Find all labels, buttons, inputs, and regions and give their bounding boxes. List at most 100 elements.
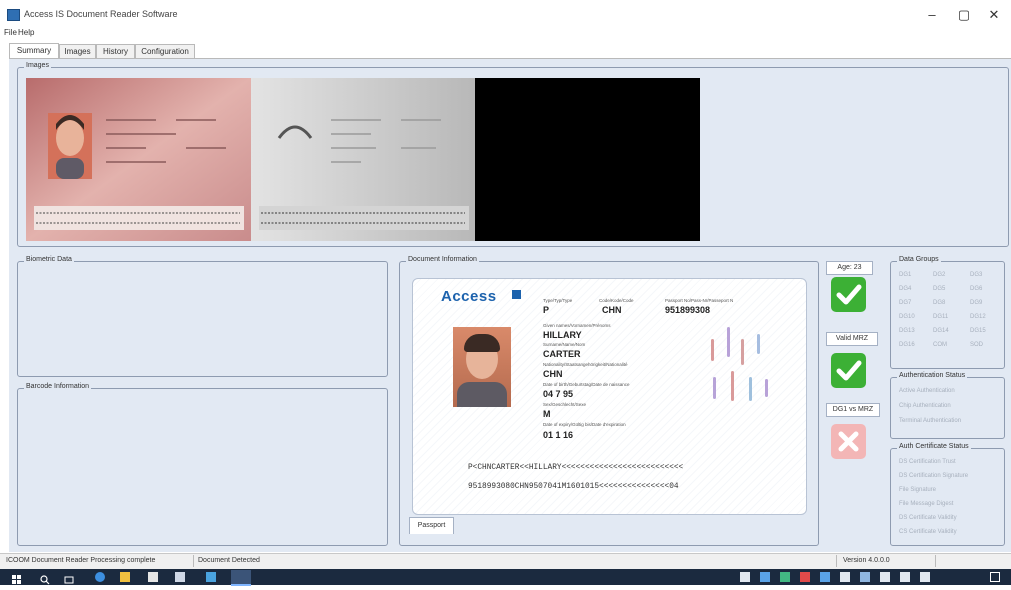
nationality-caption: Nationality/Staatsangehörigkeit/National…	[543, 362, 628, 367]
images-group-title: Images	[24, 62, 51, 69]
dg-item: DG4	[899, 286, 912, 292]
biometric-group-title: Biometric Data	[24, 256, 74, 263]
processing-status: ICOOM Document Reader Processing complet…	[6, 557, 156, 564]
expiry-caption: Date of expiry/Gültig bis/Date d'expirat…	[543, 422, 626, 427]
barcode-group: Barcode Information	[17, 383, 388, 546]
tray-icon[interactable]	[780, 572, 790, 582]
app-taskbar-icon[interactable]	[206, 572, 216, 582]
dg-item: DG15	[970, 328, 986, 334]
code-caption: Code/Kode/Code	[599, 298, 634, 303]
dg-item: COM	[933, 342, 947, 348]
version-label: Version 4.0.0.0	[843, 557, 890, 564]
sex-value: M	[543, 409, 551, 419]
dob-caption: Date of birth/Geburtstag/Date de naissan…	[543, 382, 630, 387]
tray-icon[interactable]	[880, 572, 890, 582]
dg-item: DG9	[970, 300, 983, 306]
dg-item: DG3	[970, 272, 983, 278]
auth-certificate-title: Auth Certificate Status	[897, 443, 971, 450]
passport-no-value: 951899308	[665, 305, 711, 315]
dg1-vs-mrz-indicator: DG1 vs MRZ	[826, 403, 880, 417]
valid-mrz-indicator: Valid MRZ	[826, 332, 878, 346]
edge-browser-icon[interactable]	[95, 572, 105, 582]
auth-cert-item: CS Certificate Validity	[899, 529, 957, 535]
auth-cert-item: File Message Digest	[899, 501, 954, 507]
surname-caption: Surname/Name/Nom	[543, 342, 586, 347]
dg-item: DG12	[970, 314, 986, 320]
dg-item: DG10	[899, 314, 915, 320]
holder-photo	[453, 327, 511, 407]
passport-ir-image[interactable]	[251, 78, 475, 241]
tray-icon[interactable]	[900, 572, 910, 582]
dg-item: DG14	[933, 328, 949, 334]
store-icon[interactable]	[148, 572, 158, 582]
dg-item: DG8	[933, 300, 946, 306]
type-caption: Type/Typ/Type	[543, 298, 573, 303]
access-logo-mark	[512, 290, 521, 299]
tray-icon[interactable]	[740, 572, 750, 582]
title-bar: Access IS Document Reader Software – ▢ ✕	[0, 0, 1011, 28]
sex-caption: Sex/Geschlecht/Sexe	[543, 402, 587, 407]
passport-data-page: Access Type/Typ/Type P Code/Kode/Code CH…	[412, 278, 807, 515]
auth-status-item: Terminal Authentication	[899, 418, 962, 424]
menu-help[interactable]: Help	[18, 28, 34, 37]
dg-item: SOD	[970, 342, 984, 348]
biometric-group: Biometric Data	[17, 256, 388, 377]
tray-icon[interactable]	[800, 572, 810, 582]
auth-status-item: Active Authentication	[899, 388, 955, 394]
file-explorer-icon[interactable]	[120, 572, 130, 582]
document-type-tab[interactable]: Passport	[409, 517, 454, 534]
barcode-group-title: Barcode Information	[24, 383, 92, 390]
dg-item: DG1	[899, 272, 912, 278]
dob-value: 04 7 95	[543, 389, 574, 399]
tray-icon[interactable]	[920, 572, 930, 582]
close-button[interactable]: ✕	[983, 6, 1005, 24]
detection-status: Document Detected	[198, 557, 260, 564]
dg-item: DG6	[970, 286, 983, 292]
dg-item: DG2	[933, 272, 946, 278]
code-value: CHN	[602, 305, 622, 315]
search-icon[interactable]	[40, 572, 50, 585]
type-value: P	[543, 305, 550, 315]
auth-cert-item: File Signature	[899, 487, 937, 493]
active-app-button[interactable]	[231, 570, 251, 586]
auth-cert-item: DS Certificate Validity	[899, 515, 957, 521]
dg-item: DG11	[933, 314, 949, 320]
dg-item: DG7	[899, 300, 912, 306]
auth-cert-item: DS Certification Trust	[899, 459, 956, 465]
dg-item: DG5	[933, 286, 946, 292]
given-names-value: HILLARY	[543, 330, 582, 340]
auth-status-title: Authentication Status	[897, 372, 968, 379]
status-bar: ICOOM Document Reader Processing complet…	[0, 553, 1011, 569]
surname-value: CARTER	[543, 349, 581, 359]
tab-history[interactable]: History	[96, 44, 135, 58]
cross-icon	[831, 424, 866, 459]
tray-icon[interactable]	[840, 572, 850, 582]
notification-icon[interactable]	[990, 572, 1000, 582]
given-names-caption: Given names/Vornamen/Prénoms	[543, 323, 611, 328]
windows-start-icon[interactable]	[12, 572, 22, 584]
taskbar	[0, 569, 1011, 586]
minimize-button[interactable]: –	[921, 6, 943, 24]
menu-file[interactable]: File	[4, 28, 17, 37]
tray-icon[interactable]	[820, 572, 830, 582]
menu-bar: File Help	[0, 27, 1011, 40]
check-icon	[831, 277, 866, 312]
data-groups-title: Data Groups	[897, 256, 941, 263]
nationality-value: CHN	[543, 369, 563, 379]
mrz-line-1: P<CHNCARTER<<HILLARY<<<<<<<<<<<<<<<<<<<<…	[468, 464, 684, 472]
tab-images[interactable]: Images	[59, 44, 96, 58]
tray-icon[interactable]	[760, 572, 770, 582]
task-view-icon[interactable]	[64, 572, 74, 584]
mail-icon[interactable]	[175, 572, 185, 582]
window-title: Access IS Document Reader Software	[24, 9, 178, 19]
tray-icon[interactable]	[860, 572, 870, 582]
check-icon	[831, 353, 866, 388]
tab-configuration[interactable]: Configuration	[135, 44, 195, 58]
dg-item: DG16	[899, 342, 915, 348]
maximize-button[interactable]: ▢	[953, 6, 975, 24]
auth-cert-item: DS Certification Signature	[899, 473, 969, 479]
access-logo: Access	[441, 288, 497, 305]
tab-summary[interactable]: Summary	[9, 43, 59, 58]
passport-color-image[interactable]	[26, 78, 251, 241]
passport-uv-image[interactable]	[475, 78, 700, 241]
